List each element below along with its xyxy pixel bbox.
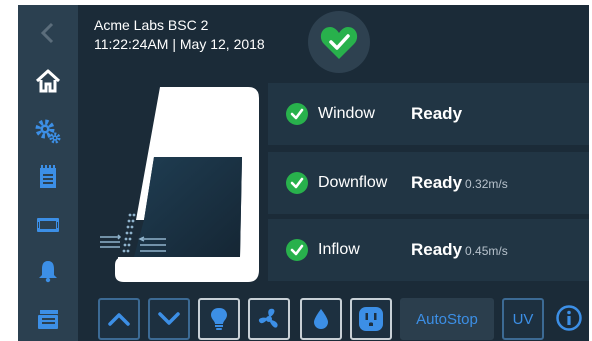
- datetime-readout: 11:22:24AM | May 12, 2018: [94, 36, 265, 52]
- main-panel: Acme Labs BSC 2 11:22:24AM | May 12, 201…: [78, 5, 589, 341]
- device-name: Acme Labs BSC 2: [94, 17, 209, 33]
- back-button[interactable]: [18, 11, 78, 55]
- sidebar-item-display[interactable]: [18, 203, 78, 247]
- status-value: Ready 0.32m/s: [411, 173, 508, 193]
- health-status-indicator[interactable]: [308, 11, 370, 73]
- status-value: Ready: [411, 104, 465, 124]
- check-circle-icon: [286, 103, 308, 125]
- sidebar-item-alarms[interactable]: [18, 249, 78, 293]
- chevron-up-icon: [108, 313, 130, 326]
- screen-icon: [37, 218, 59, 232]
- status-label: Window: [318, 105, 375, 122]
- valve-button[interactable]: [300, 298, 342, 340]
- outlet-button[interactable]: [350, 298, 392, 340]
- sidebar-item-settings[interactable]: [18, 109, 78, 153]
- status-row-downflow[interactable]: Downflow Ready 0.32m/s: [268, 152, 589, 214]
- light-button[interactable]: [198, 298, 240, 340]
- status-state: Ready: [411, 173, 463, 192]
- sidebar: [18, 5, 78, 341]
- status-label: Inflow: [318, 241, 360, 258]
- fan-icon: [258, 308, 278, 328]
- power-outlet-icon: [359, 307, 383, 331]
- sidebar-item-home[interactable]: [18, 59, 78, 103]
- bell-icon: [39, 261, 57, 283]
- status-row-inflow[interactable]: Inflow Ready 0.45m/s: [268, 219, 589, 281]
- sash-up-button[interactable]: [98, 298, 140, 340]
- status-row-window[interactable]: Window Ready: [268, 83, 589, 145]
- status-reading: 0.32m/s: [465, 177, 508, 191]
- control-bar: AutoStop UV: [78, 295, 589, 341]
- cabinet-illustration: [100, 87, 259, 282]
- autostop-button[interactable]: AutoStop: [400, 298, 494, 340]
- fan-button[interactable]: [248, 298, 290, 340]
- document-stack-icon: [38, 310, 58, 329]
- info-icon[interactable]: [555, 304, 583, 332]
- autostop-label: AutoStop: [416, 310, 478, 328]
- status-reading: 0.45m/s: [465, 244, 508, 258]
- status-value: Ready 0.45m/s: [411, 240, 508, 260]
- chevron-left-icon: [40, 22, 54, 44]
- bsc-screen: Acme Labs BSC 2 11:22:24AM | May 12, 201…: [18, 5, 589, 341]
- uv-button[interactable]: UV: [502, 298, 544, 340]
- sidebar-item-log[interactable]: [18, 155, 78, 199]
- sidebar-item-reports[interactable]: [18, 297, 78, 341]
- gears-icon: [35, 119, 61, 144]
- check-circle-icon: [286, 172, 308, 194]
- sash-down-button[interactable]: [148, 298, 190, 340]
- check-circle-icon: [286, 239, 308, 261]
- droplet-icon: [314, 309, 328, 329]
- uv-label: UV: [512, 310, 534, 328]
- home-icon: [35, 69, 61, 93]
- heart-check-icon: [320, 27, 358, 59]
- lightbulb-icon: [211, 308, 227, 330]
- chevron-down-icon: [158, 312, 180, 325]
- status-label: Downflow: [318, 174, 388, 191]
- status-state: Ready: [411, 104, 463, 123]
- status-state: Ready: [411, 240, 463, 259]
- notepad-icon: [40, 165, 56, 188]
